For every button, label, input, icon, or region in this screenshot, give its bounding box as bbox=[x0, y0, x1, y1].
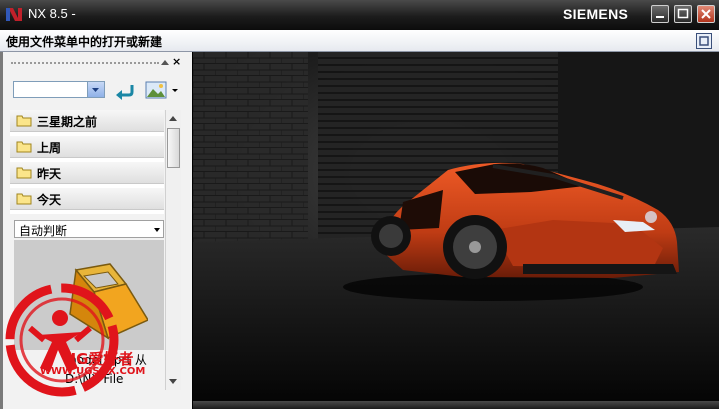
status-bar bbox=[193, 401, 719, 409]
folder-open-icon bbox=[16, 193, 32, 205]
close-icon bbox=[701, 9, 711, 19]
list-item[interactable]: 今天 bbox=[10, 188, 164, 210]
cue-line: 使用文件菜单中的打开或新建 bbox=[0, 30, 719, 52]
siemens-brand: SIEMENS bbox=[563, 6, 629, 22]
folder-icon bbox=[16, 115, 32, 127]
list-item-label: 昨天 bbox=[37, 167, 62, 181]
nx-logo-icon bbox=[6, 8, 22, 21]
close-button[interactable] bbox=[697, 5, 715, 23]
scroll-up-icon[interactable] bbox=[169, 116, 177, 121]
filter-value: 自动判断 bbox=[19, 224, 68, 238]
window-title: NX 8.5 - bbox=[28, 6, 76, 21]
list-item-label: 上周 bbox=[37, 141, 62, 155]
list-item[interactable]: 昨天 bbox=[10, 162, 164, 184]
full-screen-button[interactable] bbox=[696, 33, 712, 49]
list-item[interactable]: 三星期之前 bbox=[10, 110, 164, 132]
folder-icon bbox=[16, 141, 32, 153]
cue-text: 使用文件菜单中的打开或新建 bbox=[6, 35, 163, 49]
list-item-label: 三星期之前 bbox=[37, 115, 98, 129]
list-item[interactable]: 上周 bbox=[10, 136, 164, 158]
folder-icon bbox=[16, 167, 32, 179]
ug-watermark-logo-icon bbox=[5, 283, 119, 397]
history-combo[interactable] bbox=[13, 81, 105, 98]
back-arrow-icon[interactable] bbox=[112, 81, 136, 101]
watermark-url: WWW.UGSNX.COM bbox=[40, 366, 146, 377]
maximize-icon bbox=[677, 8, 689, 19]
panel-grip[interactable] bbox=[11, 62, 159, 64]
vertical-scrollbar[interactable] bbox=[165, 110, 181, 390]
scroll-thumb[interactable] bbox=[167, 128, 180, 168]
history-list: 三星期之前 上周 昨天 今天 bbox=[10, 110, 164, 214]
chevron-down-icon[interactable] bbox=[154, 228, 160, 232]
minimize-button[interactable] bbox=[651, 5, 669, 23]
panel-close-button[interactable]: × bbox=[172, 55, 181, 68]
list-item-label: 今天 bbox=[37, 193, 62, 207]
graphics-window[interactable] bbox=[193, 52, 719, 401]
collapse-arrow-icon[interactable] bbox=[160, 58, 170, 66]
full-screen-icon bbox=[699, 36, 709, 46]
garage-car-background bbox=[193, 52, 719, 401]
chevron-down-icon[interactable] bbox=[87, 82, 104, 97]
maximize-button[interactable] bbox=[674, 5, 692, 23]
filter-select[interactable]: 自动判断 bbox=[14, 220, 164, 238]
view-type-icon[interactable] bbox=[144, 79, 182, 101]
minimize-icon bbox=[656, 16, 664, 18]
scroll-down-icon[interactable] bbox=[169, 379, 177, 384]
